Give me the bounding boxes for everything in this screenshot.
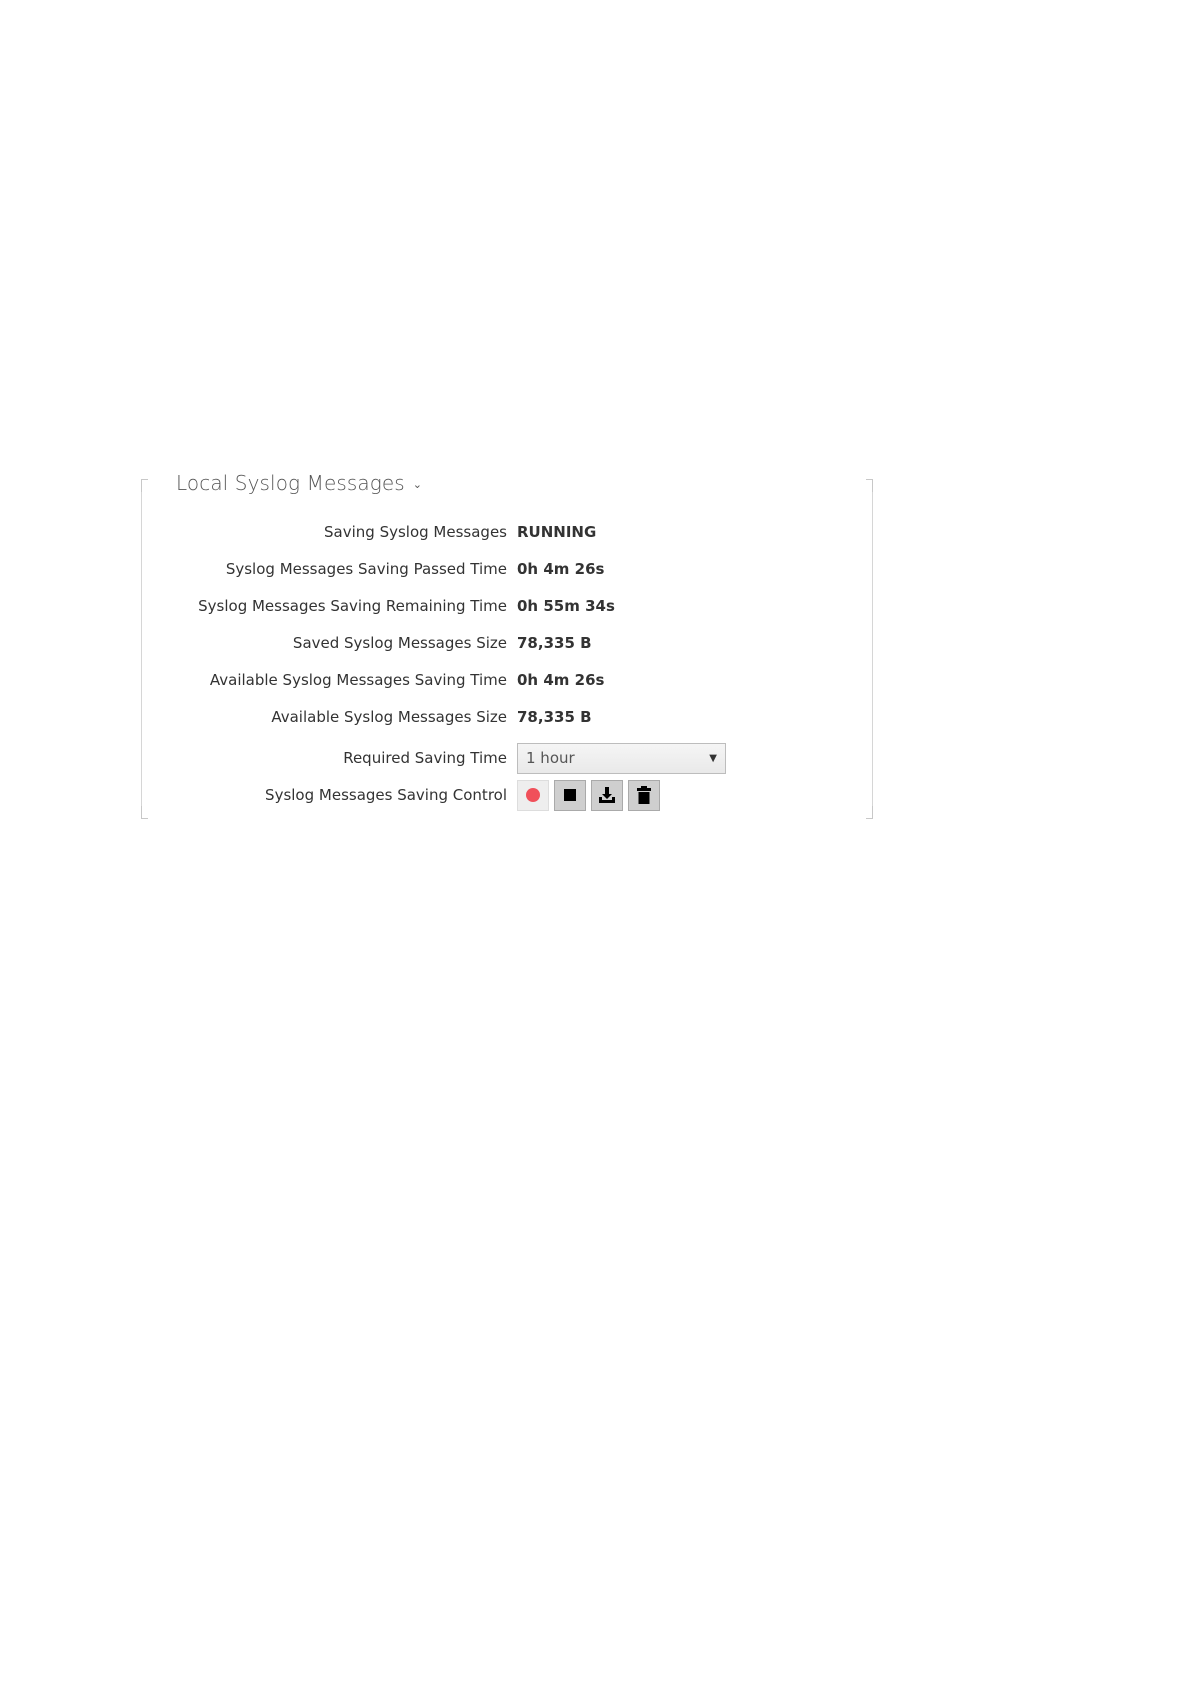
field-label: Available Syslog Messages Size bbox=[271, 708, 507, 726]
trash-icon bbox=[637, 786, 651, 804]
field-value: 78,335 B bbox=[517, 634, 592, 652]
field-value: 0h 4m 26s bbox=[517, 560, 605, 578]
download-button[interactable] bbox=[591, 779, 623, 811]
delete-button[interactable] bbox=[628, 779, 660, 811]
field-label: Available Syslog Messages Saving Time bbox=[209, 671, 507, 689]
status-row: Available Syslog Messages Saving Time 0h… bbox=[141, 665, 873, 695]
status-row: Saved Syslog Messages Size 78,335 B bbox=[141, 628, 873, 658]
field-value: RUNNING bbox=[517, 523, 597, 541]
required-saving-time-label: Required Saving Time bbox=[343, 749, 507, 767]
stop-button[interactable] bbox=[554, 779, 586, 811]
stop-icon bbox=[564, 789, 576, 801]
status-row: Available Syslog Messages Size 78,335 B bbox=[141, 702, 873, 732]
section-title: Local Syslog Messages bbox=[176, 471, 405, 495]
field-value: 0h 4m 26s bbox=[517, 671, 605, 689]
select-value: 1 hour bbox=[526, 749, 575, 767]
panel-corner bbox=[866, 479, 873, 492]
required-saving-time-select[interactable]: 1 hour ▼ bbox=[517, 742, 726, 774]
required-saving-time-row: Required Saving Time 1 hour ▼ bbox=[141, 742, 873, 774]
field-label: Saving Syslog Messages bbox=[324, 523, 507, 541]
local-syslog-panel: Local Syslog Messages ⌄ Saving Syslog Me… bbox=[141, 471, 873, 819]
record-icon bbox=[526, 788, 540, 802]
download-icon bbox=[599, 787, 615, 803]
field-label: Syslog Messages Saving Passed Time bbox=[225, 560, 507, 578]
status-row: Syslog Messages Saving Remaining Time 0h… bbox=[141, 591, 873, 621]
field-label: Syslog Messages Saving Remaining Time bbox=[198, 597, 507, 615]
field-value: 78,335 B bbox=[517, 708, 592, 726]
saving-control-row: Syslog Messages Saving Control bbox=[141, 779, 873, 811]
saving-control-buttons bbox=[517, 779, 660, 811]
chevron-down-icon: ⌄ bbox=[412, 477, 423, 491]
record-button[interactable] bbox=[517, 779, 549, 811]
caret-down-icon: ▼ bbox=[709, 752, 717, 764]
status-row: Syslog Messages Saving Passed Time 0h 4m… bbox=[141, 554, 873, 584]
field-value: 0h 55m 34s bbox=[517, 597, 615, 615]
status-row: Saving Syslog Messages RUNNING bbox=[141, 517, 873, 547]
panel-corner bbox=[141, 479, 148, 492]
field-label: Saved Syslog Messages Size bbox=[292, 634, 507, 652]
section-title-toggle[interactable]: Local Syslog Messages ⌄ bbox=[176, 471, 422, 495]
saving-control-label: Syslog Messages Saving Control bbox=[265, 786, 507, 804]
